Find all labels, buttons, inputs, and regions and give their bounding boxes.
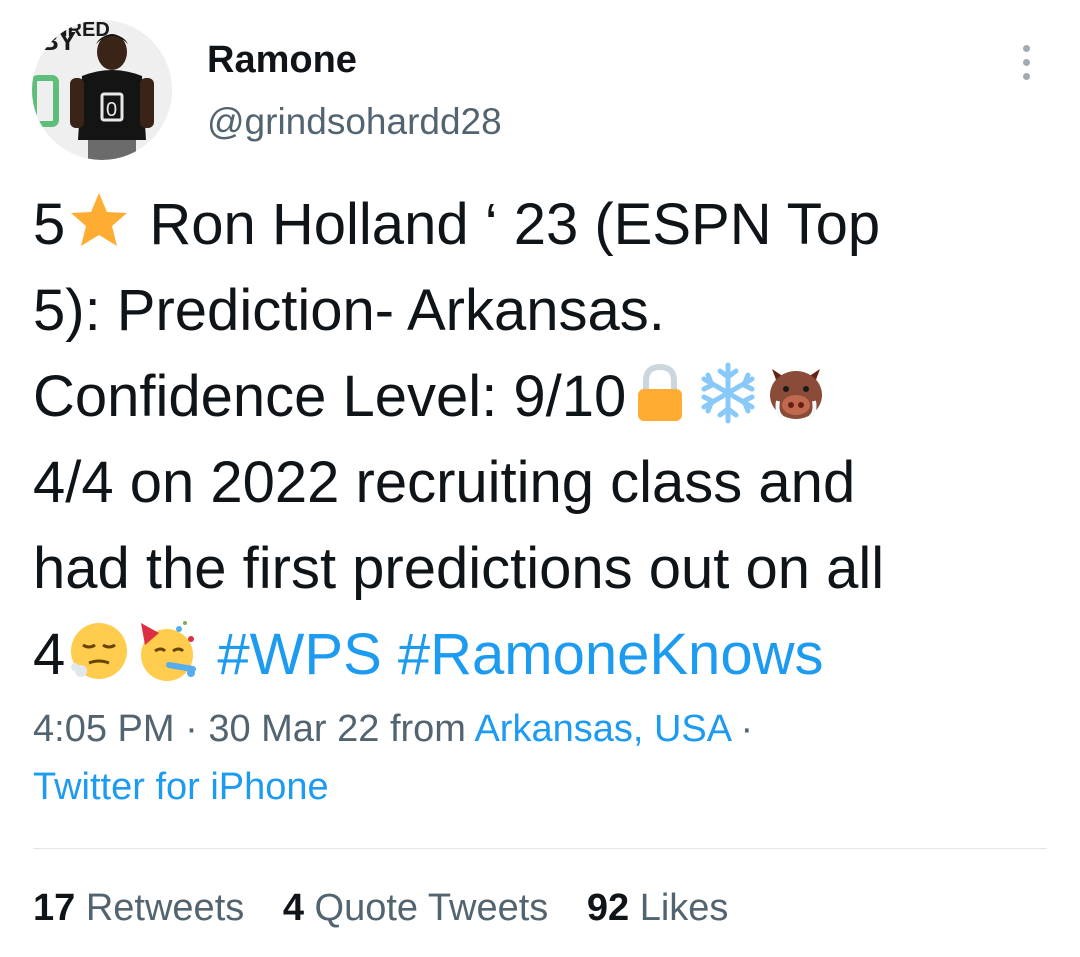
tweet-stats: 17 Retweets 4 Quote Tweets 92 Likes: [33, 880, 756, 936]
quote-tweets-count: 4: [282, 887, 304, 929]
tweet-text-segment: 5): Prediction- Arkansas.: [33, 278, 665, 343]
party-face-emoji-icon: [141, 621, 197, 681]
tweet-text-segment: Confidence Level: 9/10: [33, 364, 627, 429]
quote-tweets-label: Quote Tweets: [314, 887, 549, 929]
client-link[interactable]: Twitter for iPhone: [33, 766, 329, 808]
snowflake-emoji-icon: [701, 362, 755, 424]
more-dot-icon: [1022, 58, 1030, 66]
tweet-meta: 4:05 PM · 30 Mar 22 from Arkansas, USA ·…: [33, 700, 753, 816]
star-emoji-icon: [71, 193, 128, 246]
avatar[interactable]: BY IRED 0: [32, 20, 172, 160]
tweet-text: 5 Ron Holland ‘ 23 (ESPN Top 5): Predict…: [33, 182, 1043, 698]
more-dot-icon: [1022, 72, 1030, 80]
more-options-button[interactable]: [1010, 40, 1042, 84]
avatar-image: BY IRED 0: [32, 20, 172, 160]
tweet-line: 4/4 on 2022 recruiting class and: [33, 440, 1043, 526]
svg-text:0: 0: [106, 99, 117, 121]
tweet-text-segment: 4/4 on 2022 recruiting class and: [33, 450, 856, 515]
retweets-label: Retweets: [85, 887, 245, 929]
retweets-stat[interactable]: 17 Retweets: [33, 887, 244, 929]
boar-emoji-icon: [770, 369, 823, 419]
tweet-date[interactable]: 30 Mar 22: [208, 708, 379, 750]
tweet-line: Confidence Level: 9/10: [33, 354, 1043, 440]
lock-emoji-icon: [638, 363, 683, 421]
divider: [33, 848, 1047, 849]
tweet-time[interactable]: 4:05 PM: [33, 708, 175, 750]
likes-label: Likes: [639, 887, 729, 929]
tweet-card: BY IRED 0 Ramone @grindsohardd28 5 Ron H…: [0, 0, 1080, 957]
display-name[interactable]: Ramone: [207, 38, 357, 82]
tweet-text-segment: Ron Holland ‘ 23 (ESPN Top: [133, 192, 881, 257]
meta-from-label: from: [379, 708, 475, 750]
tweet-line: 4 #WPS #RamoneKnows: [33, 612, 1043, 698]
quote-tweets-stat[interactable]: 4 Quote Tweets: [283, 887, 548, 929]
likes-stat[interactable]: 92 Likes: [587, 887, 729, 929]
relieved-face-emoji-icon: [71, 623, 128, 679]
tweet-text-segment: 5: [33, 192, 66, 257]
tweet-text-segment: 4: [33, 622, 66, 687]
user-handle[interactable]: @grindsohardd28: [207, 100, 502, 144]
hashtag-link[interactable]: #WPS: [217, 622, 381, 687]
tweet-line: 5 Ron Holland ‘ 23 (ESPN Top: [33, 182, 1043, 268]
likes-count: 92: [586, 887, 630, 929]
tweet-text-segment: had the first predictions out on all: [33, 536, 885, 601]
meta-separator: ·: [174, 708, 209, 750]
hashtag-link[interactable]: #RamoneKnows: [398, 622, 824, 687]
more-dot-icon: [1022, 44, 1030, 52]
retweets-count: 17: [33, 887, 76, 929]
meta-separator: ·: [730, 708, 754, 750]
tweet-line: 5): Prediction- Arkansas.: [33, 268, 1043, 354]
location-link[interactable]: Arkansas, USA: [474, 708, 730, 750]
tweet-line: had the first predictions out on all: [33, 526, 1043, 612]
